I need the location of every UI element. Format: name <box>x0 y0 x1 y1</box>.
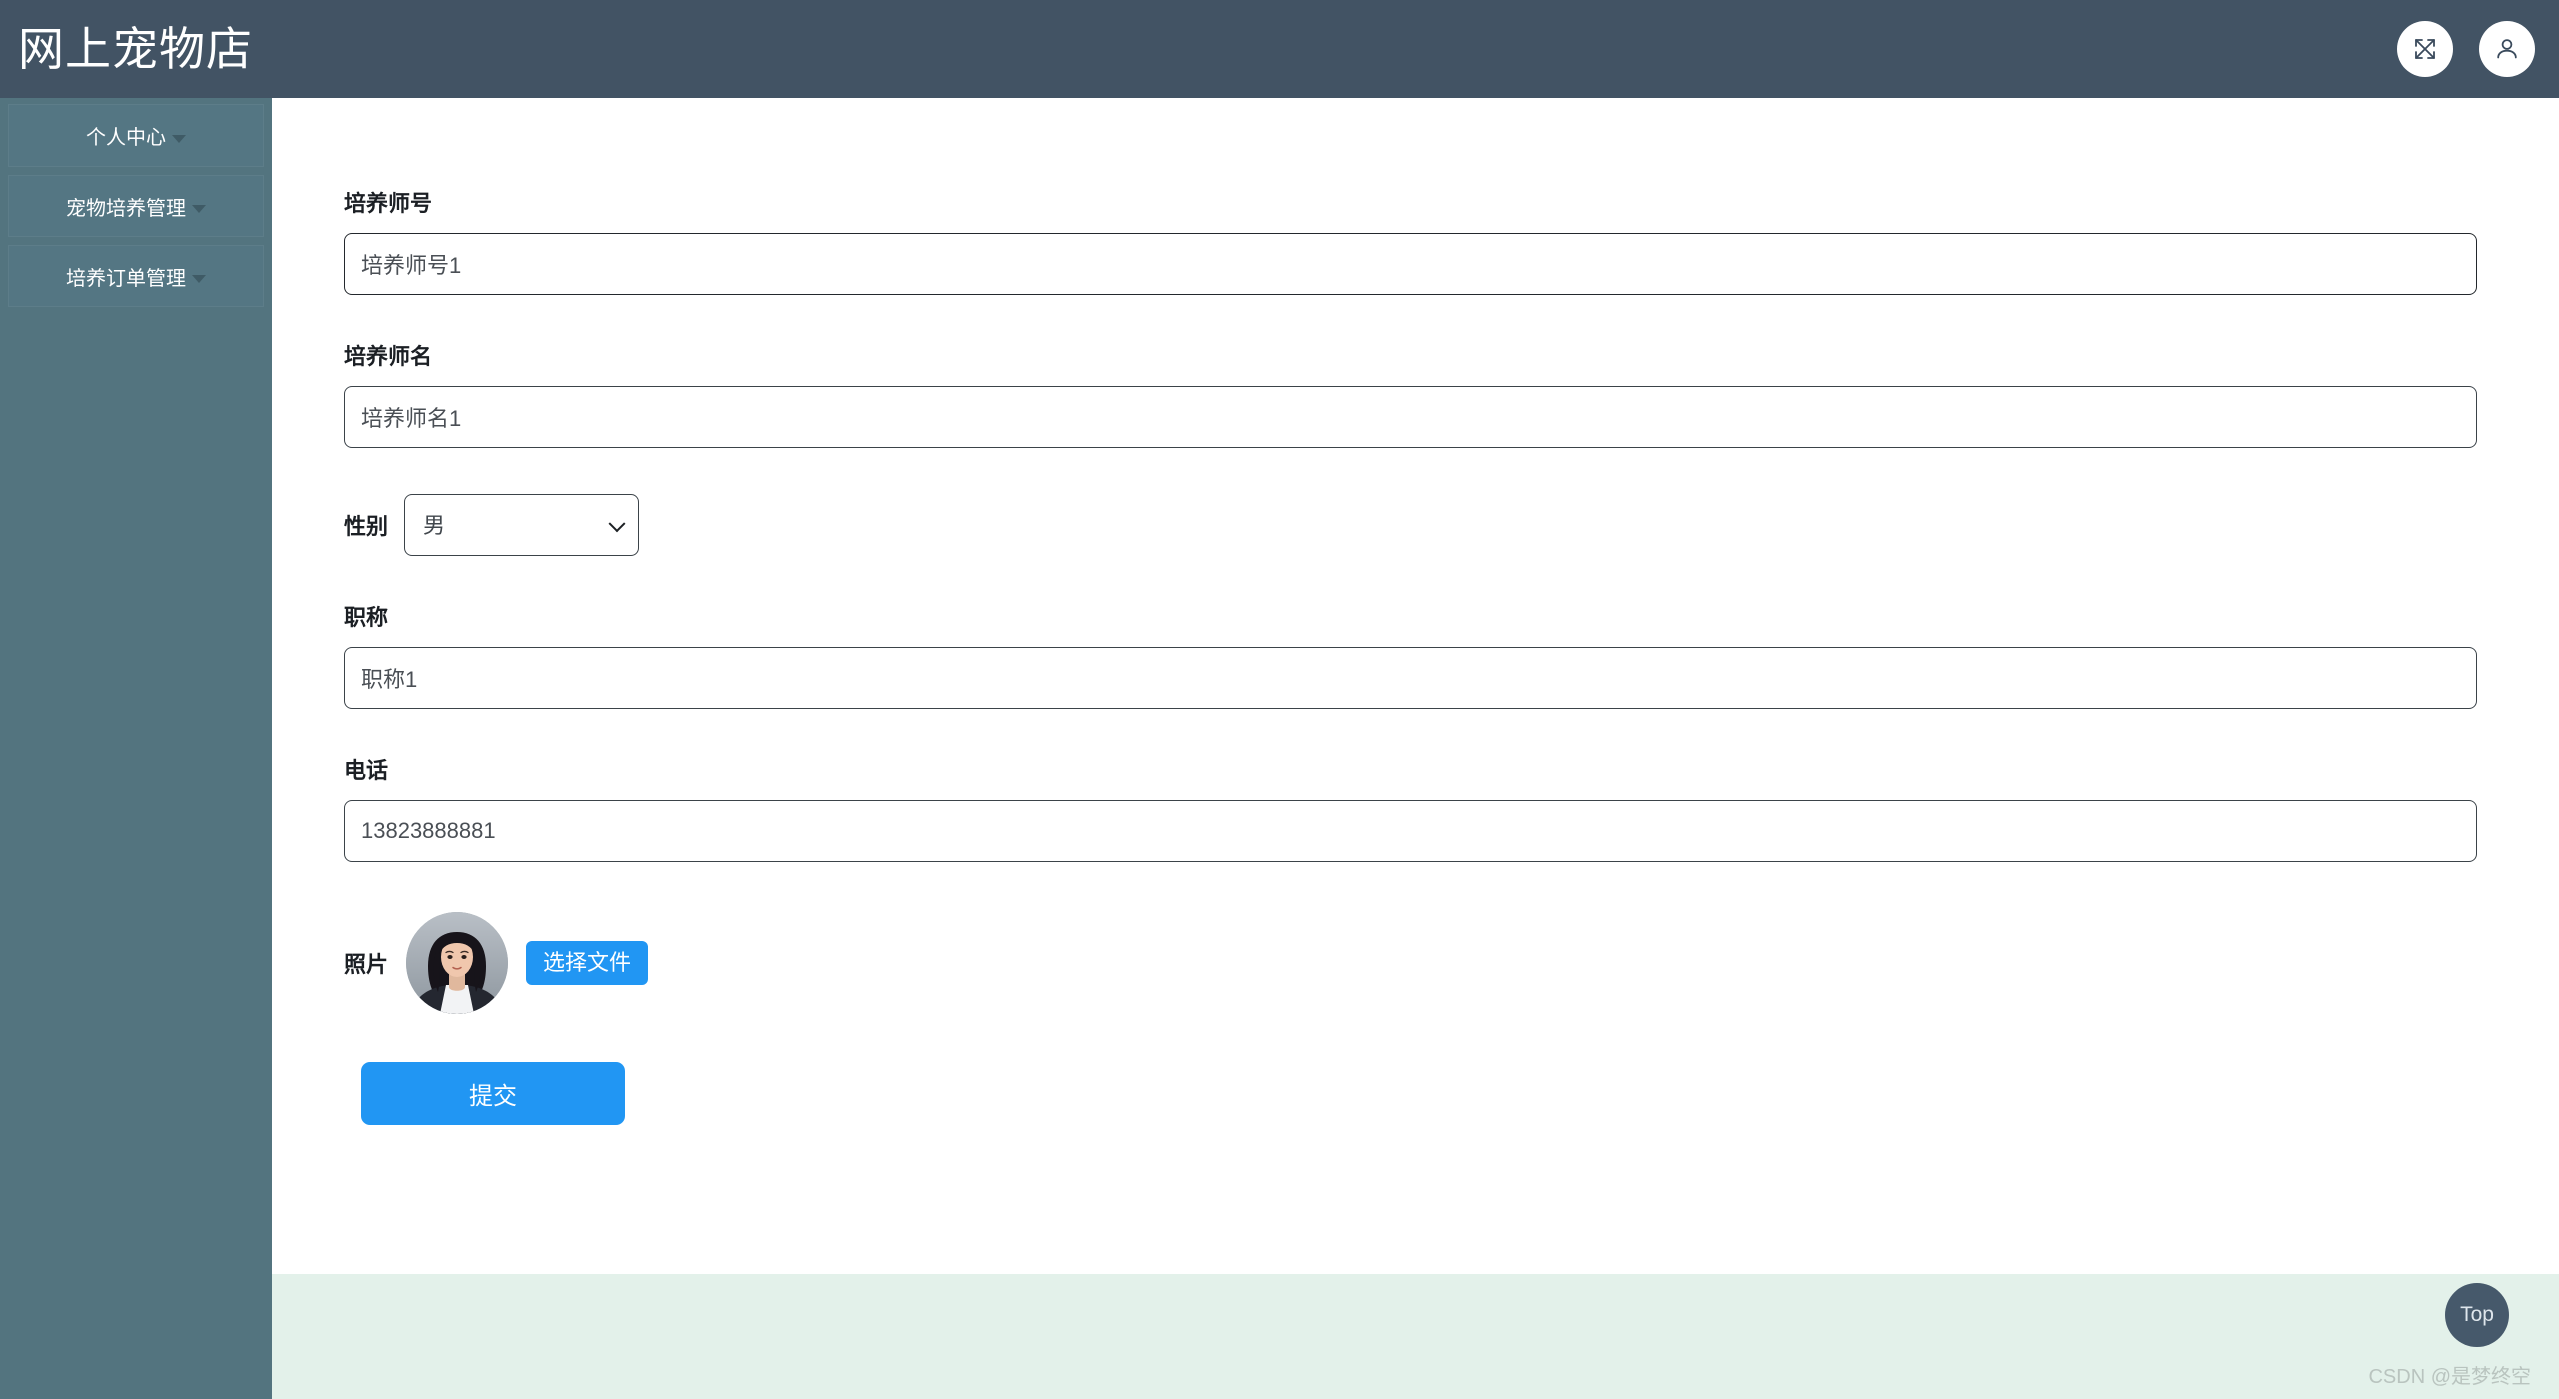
trainer-name-input[interactable] <box>344 386 2477 448</box>
chevron-down-icon <box>192 275 206 283</box>
phone-label: 电话 <box>344 758 389 783</box>
choose-file-button[interactable]: 选择文件 <box>526 941 649 985</box>
field-phone: 电话 <box>344 753 2499 862</box>
gender-label: 性别 <box>344 514 389 539</box>
trainer-name-label: 培养师名 <box>344 344 433 369</box>
sidebar-item-training-order-management[interactable]: 培养订单管理 <box>8 245 264 307</box>
field-gender: 性别 男 女 <box>344 494 2499 556</box>
sidebar-item-label: 个人中心 <box>86 127 166 149</box>
field-title: 职称 <box>344 600 2499 709</box>
avatar <box>406 912 509 1014</box>
watermark: CSDN @是梦终空 <box>2368 1366 2531 1388</box>
sidebar: 个人中心 宠物培养管理 培养订单管理 <box>0 98 272 1399</box>
sidebar-item-personal-center[interactable]: 个人中心 <box>8 104 264 167</box>
phone-input[interactable] <box>344 800 2477 862</box>
chevron-down-icon <box>192 205 206 213</box>
title-label: 职称 <box>344 605 389 630</box>
submit-button[interactable]: 提交 <box>361 1062 625 1125</box>
app-title: 网上宠物店 <box>18 23 253 75</box>
back-to-top-button[interactable]: Top <box>2445 1283 2509 1347</box>
main-content: 培养师号 培养师名 性别 男 女 职称 <box>272 98 2559 1274</box>
trainer-no-input[interactable] <box>344 233 2477 295</box>
trainer-form: 培养师号 培养师名 性别 男 女 职称 <box>272 98 2559 1125</box>
user-button[interactable] <box>2479 21 2535 77</box>
trainer-no-label: 培养师号 <box>344 191 433 216</box>
photo-label: 照片 <box>344 952 389 977</box>
field-trainer-no: 培养师号 <box>344 186 2499 295</box>
user-icon <box>2494 36 2520 62</box>
chevron-down-icon <box>172 134 186 143</box>
field-trainer-name: 培养师名 <box>344 339 2499 448</box>
sidebar-item-label: 宠物培养管理 <box>66 197 186 220</box>
header-actions <box>2397 21 2535 77</box>
title-input[interactable] <box>344 647 2477 709</box>
fullscreen-button[interactable] <box>2397 21 2453 77</box>
gender-select[interactable]: 男 女 <box>404 494 640 556</box>
footer <box>272 1274 2559 1399</box>
field-photo: 照片 选择文件 <box>344 912 2499 1014</box>
app-root: 网上宠物店 个人中心 宠物培养管理 培养订单管理 培养师号 培养师号1 培养师名… <box>0 0 2559 1399</box>
app-header: 网上宠物店 <box>0 0 2559 98</box>
sidebar-item-pet-training-management[interactable]: 宠物培养管理 <box>8 175 264 237</box>
sidebar-item-label: 培养订单管理 <box>66 267 186 290</box>
gender-select-wrap: 男 女 <box>404 494 640 556</box>
fullscreen-icon <box>2412 36 2438 62</box>
